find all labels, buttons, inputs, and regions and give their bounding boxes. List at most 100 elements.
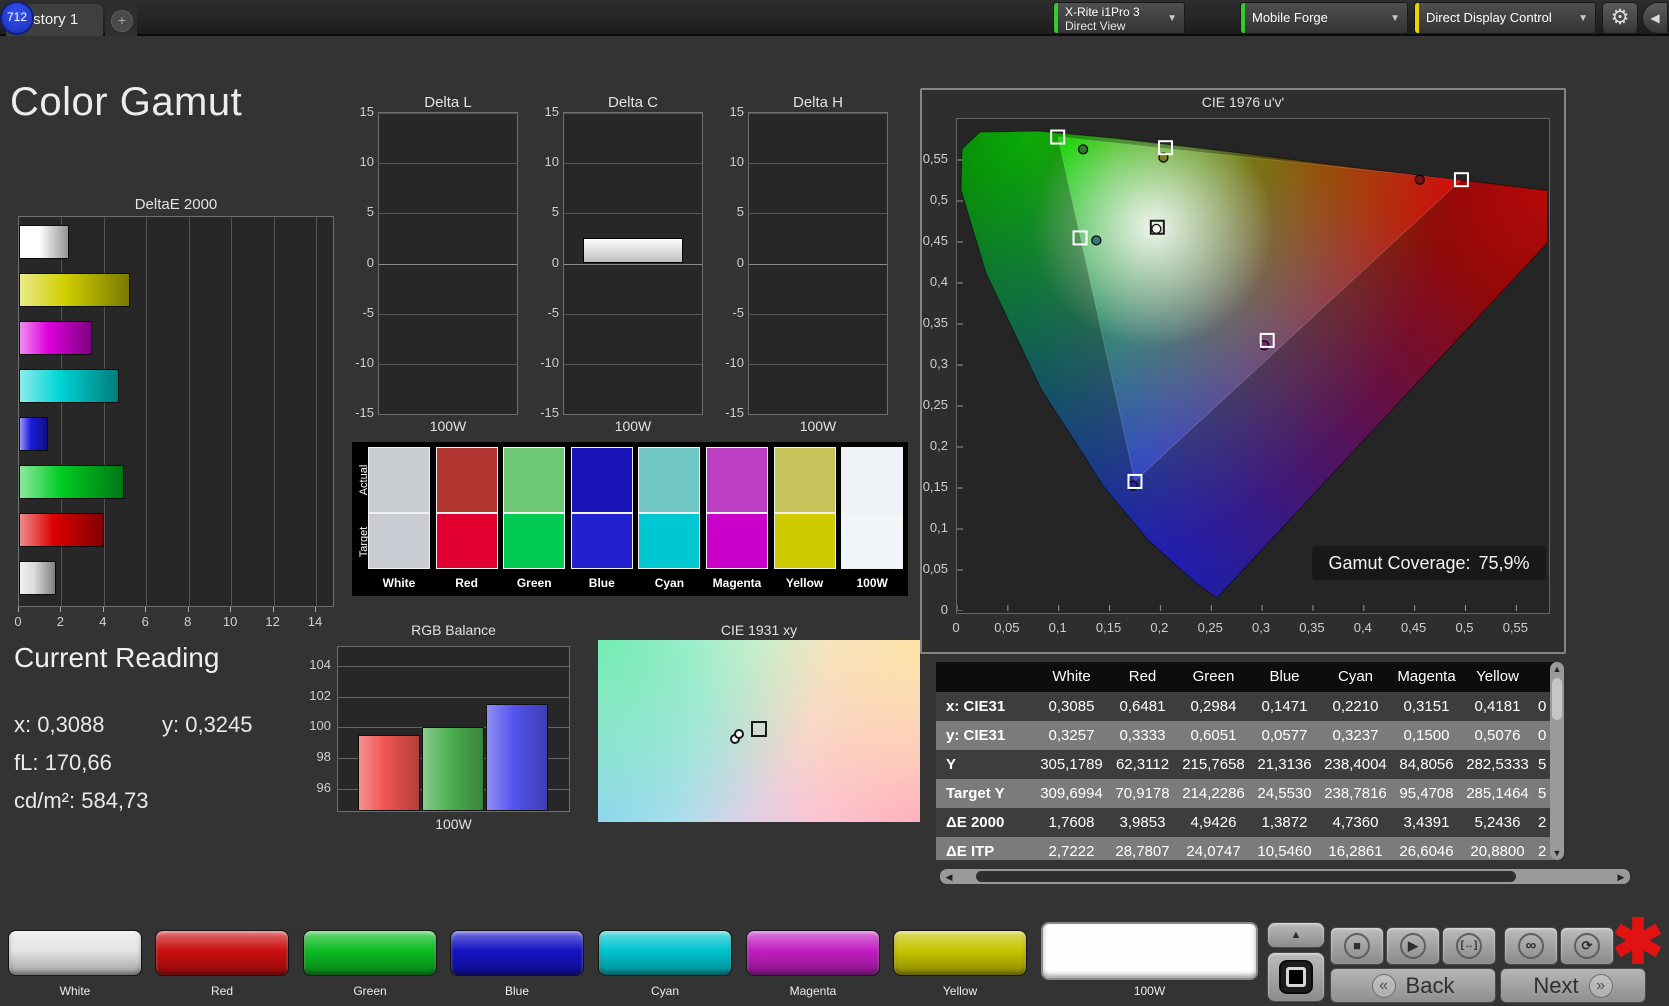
chevron-down-icon: ▼ <box>1167 13 1177 24</box>
gamut-coverage-label: Gamut Coverage: <box>1328 552 1471 573</box>
y-tick-label: 0,25 <box>922 397 948 412</box>
delta-c-x-label: 100W <box>614 418 652 434</box>
pattern-window-button[interactable] <box>1267 952 1325 1002</box>
column-header: Yellow <box>1476 668 1519 685</box>
y-tick-label: 10 <box>359 154 374 170</box>
meter-status-stripe <box>1054 3 1058 33</box>
y-tick-label: 0,45 <box>922 233 948 248</box>
cell: 0,6481 <box>1119 698 1166 715</box>
collapse-panel-button[interactable]: ◀ <box>1642 2 1668 34</box>
stop-icon: ■ <box>1344 933 1370 959</box>
y-tick-label: 0,55 <box>922 151 948 166</box>
pattern-button-blue[interactable] <box>450 930 584 976</box>
current-reading-x: x: 0,3088 <box>14 712 105 737</box>
target-swatch-cyan <box>638 513 701 569</box>
y-tick-label: -10 <box>540 354 559 370</box>
tick-mark <box>315 607 317 612</box>
scroll-right-icon[interactable]: ▶ <box>1615 872 1627 883</box>
refresh-button[interactable]: ⟳ <box>1560 927 1614 965</box>
delta-c-title: Delta C <box>607 94 659 111</box>
vertical-scroll-thumb[interactable] <box>1552 678 1562 720</box>
cell: 0,2984 <box>1190 698 1237 715</box>
back-button[interactable]: « Back <box>1330 968 1496 1003</box>
column-header <box>936 662 1036 692</box>
actual-swatch-green <box>503 447 566 513</box>
y-tick-label: 100 <box>309 718 331 734</box>
x-tick-label: 0,25 <box>1197 620 1223 635</box>
y-tick-label: -10 <box>355 354 374 370</box>
gridline <box>231 217 233 606</box>
meter-name: X-Rite i1Pro 3 <box>1065 5 1140 19</box>
cell: 4,9426 <box>1190 814 1237 831</box>
table-vertical-scrollbar[interactable]: ▲ ▼ <box>1550 662 1564 860</box>
scroll-left-icon[interactable]: ◀ <box>943 872 955 883</box>
scroll-up-icon[interactable]: ▲ <box>1550 664 1564 674</box>
y-tick-label: -10 <box>725 354 744 370</box>
gridline <box>564 263 702 265</box>
add-tab-button[interactable]: + <box>105 4 137 36</box>
tick-mark <box>102 607 104 612</box>
delta-h-chart <box>748 112 888 415</box>
tick-mark <box>60 607 62 612</box>
delta-h-title: Delta H <box>792 94 844 111</box>
measured-white <box>1151 223 1162 235</box>
next-button[interactable]: Next » <box>1500 968 1646 1003</box>
range-button[interactable]: [↔] <box>1442 927 1496 965</box>
y-tick-label: 0,1 <box>929 520 948 535</box>
gridline <box>379 313 517 315</box>
bar-white <box>19 561 57 595</box>
loop-icon: ∞ <box>1518 933 1544 959</box>
scroll-down-icon[interactable]: ▼ <box>1550 848 1564 858</box>
tick-mark <box>145 607 147 612</box>
y-tick-label: 102 <box>309 687 331 703</box>
swatch-label: 100W <box>856 576 888 590</box>
pattern-button-white[interactable] <box>8 930 142 976</box>
bar-blue <box>486 704 548 811</box>
row-label: Target Y <box>946 785 1005 802</box>
gear-icon: ⚙ <box>1610 6 1630 29</box>
measured-red <box>1414 174 1425 185</box>
horizontal-scroll-thumb[interactable] <box>976 871 1516 882</box>
column-header: Green <box>1192 668 1235 685</box>
display-control-dropdown[interactable]: Direct Display Control ▼ <box>1414 2 1596 34</box>
tick-mark <box>18 607 19 612</box>
source-dropdown[interactable]: Mobile Forge ▼ <box>1240 2 1408 34</box>
pattern-button-magenta[interactable] <box>746 930 880 976</box>
pattern-button-100w[interactable] <box>1041 922 1258 980</box>
pattern-label: Green <box>353 984 387 998</box>
y-tick-label: 0 <box>551 254 559 270</box>
actual-target-swatch-panel: Actual Target White Red Green Blue Cyan Magen… <box>352 442 908 596</box>
actual-swatch-cyan <box>638 447 701 513</box>
play-button[interactable]: ▶ <box>1386 927 1440 965</box>
cie1931-title: CIE 1931 xy <box>720 622 798 638</box>
y-tick-label: 0,5 <box>929 192 948 207</box>
cell: 0,3085 <box>1048 698 1095 715</box>
row-label: x: CIE31 <box>946 698 1006 715</box>
pattern-button-green[interactable] <box>303 930 437 976</box>
x-tick-label: 2 <box>56 614 65 629</box>
settings-button[interactable]: ⚙ <box>1602 2 1638 34</box>
bar-100w <box>583 238 683 264</box>
loop-button[interactable]: ∞ <box>1504 927 1558 965</box>
cell: 214,2286 <box>1182 785 1245 802</box>
stop-button[interactable]: ■ <box>1330 927 1384 965</box>
rgb-balance-title: RGB Balance <box>411 622 496 638</box>
y-tick-label: -5 <box>732 304 744 320</box>
gridline <box>749 113 887 114</box>
meter-mode: Direct View <box>1065 19 1126 33</box>
pattern-button-yellow[interactable] <box>893 930 1027 976</box>
cie1976-plot <box>956 118 1593 614</box>
table-horizontal-scrollbar[interactable]: ◀ ▶ <box>940 869 1630 884</box>
pattern-button-cyan[interactable] <box>598 930 732 976</box>
bar-green <box>422 727 484 811</box>
rgb-balance-x-label: 100W <box>435 816 472 832</box>
pattern-up-button[interactable]: ▲ <box>1267 922 1325 948</box>
cie1976-panel: CIE 1976 u'v' Gamut Coverage: 75,9% <box>920 88 1593 654</box>
cell: 0,4181 <box>1474 698 1521 715</box>
bar-green <box>19 465 124 499</box>
pattern-button-red[interactable] <box>155 930 289 976</box>
gridline <box>379 263 517 265</box>
refresh-icon: ⟳ <box>1574 933 1600 959</box>
target-point <box>751 721 767 738</box>
meter-dropdown[interactable]: X-Rite i1Pro 3 Direct View ▼ <box>1053 2 1185 34</box>
